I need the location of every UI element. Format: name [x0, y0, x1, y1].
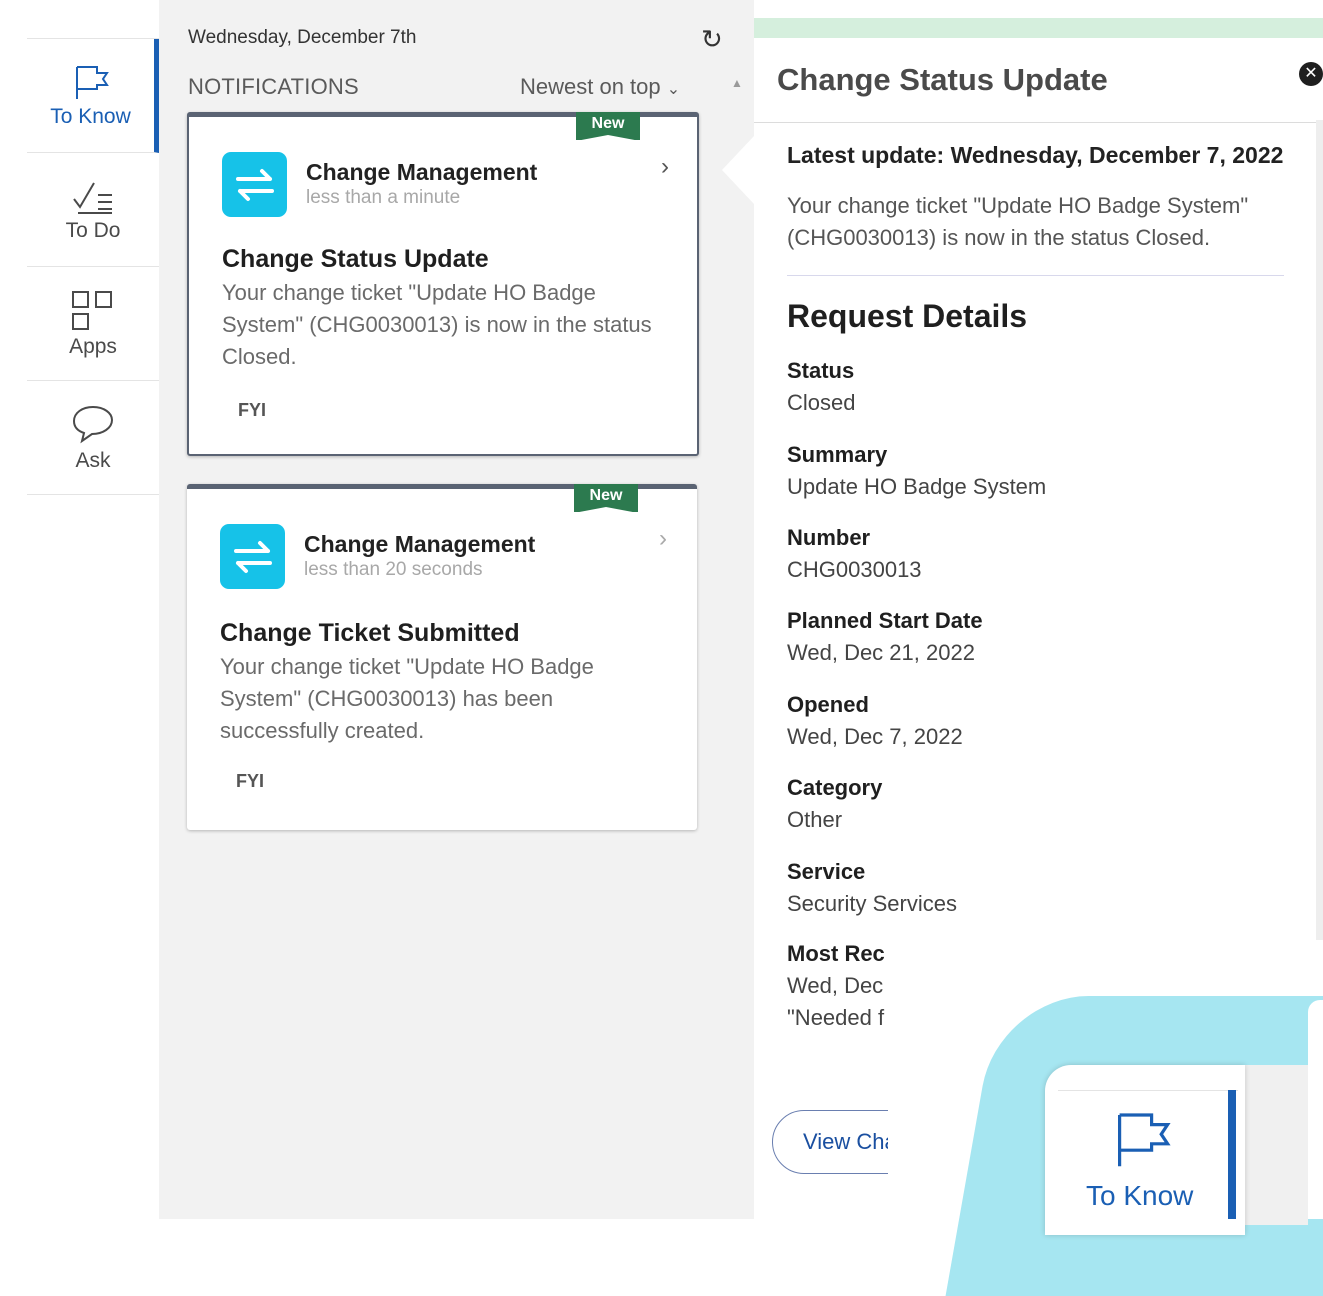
zoom-bubble-edge — [1308, 1000, 1323, 1219]
flag-icon — [75, 65, 109, 99]
field-value-number: CHG0030013 — [787, 557, 922, 582]
card-title: Change Status Update — [222, 245, 489, 273]
timestamp: less than 20 seconds — [304, 559, 483, 580]
flag-icon — [1110, 1108, 1174, 1175]
new-badge: New — [574, 484, 638, 513]
panel-scrollbar[interactable] — [1316, 120, 1323, 940]
field-label-status: Status — [787, 358, 855, 383]
sidebar-item-label: Ask — [75, 448, 111, 472]
field-label-opened: Opened — [787, 692, 869, 717]
field-value-planned-start: Wed, Dec 21, 2022 — [787, 640, 975, 665]
field-value-summary: Update HO Badge System — [787, 474, 1047, 499]
title-divider — [754, 122, 1323, 123]
fyi-tag: FYI — [238, 400, 267, 420]
field-value-service: Security Services — [787, 891, 957, 916]
refresh-icon[interactable]: ↻ — [701, 24, 723, 55]
field-label-service: Service — [787, 859, 866, 884]
timestamp: less than a minute — [306, 187, 461, 208]
zoom-active-indicator — [1228, 1090, 1236, 1219]
card-body: Your change ticket "Update HO Badge Syst… — [222, 280, 652, 369]
field-value-category: Other — [787, 807, 843, 832]
chevron-right-icon[interactable]: › — [661, 153, 669, 181]
sidebar-item-label: To Do — [65, 218, 121, 242]
sidebar: To Know To Do Apps Ask — [27, 0, 159, 1219]
field-value-most-recent: Wed, Dec — [787, 973, 884, 998]
field-label-number: Number — [787, 525, 871, 550]
request-details-heading: Request Details — [787, 298, 1028, 334]
notification-card[interactable]: New Change Management less than 20 secon… — [187, 484, 697, 830]
latest-update-body: Your change ticket "Update HO Badge Syst… — [787, 193, 1249, 250]
field-value-opened: Wed, Dec 7, 2022 — [787, 724, 963, 749]
field-label-planned-start: Planned Start Date — [787, 608, 983, 633]
app-name: Change Management — [304, 531, 536, 557]
panel-pointer — [722, 136, 754, 204]
zoom-label: To Know — [1086, 1180, 1194, 1211]
field-value-status: Closed — [787, 390, 856, 415]
field-value-note: "Needed f — [787, 1005, 885, 1030]
section-divider — [787, 275, 1284, 276]
notification-card[interactable]: New Change Management less than a minute… — [187, 112, 699, 456]
panel-title: Change Status Update — [777, 62, 1108, 97]
sidebar-item-to-know[interactable]: To Know — [27, 39, 159, 153]
panel-top-bar — [754, 18, 1323, 38]
zoom-bubble-side — [1238, 1065, 1308, 1225]
sidebar-item-to-do[interactable]: To Do — [27, 153, 159, 267]
sidebar-item-apps[interactable]: Apps — [27, 267, 159, 381]
card-body: Your change ticket "Update HO Badge Syst… — [220, 654, 594, 743]
field-label-most-recent: Most Rec — [787, 941, 885, 966]
field-label-summary: Summary — [787, 442, 888, 467]
sidebar-item-label: Apps — [69, 334, 117, 358]
field-label-category: Category — [787, 775, 883, 800]
change-management-icon — [220, 524, 285, 589]
sidebar-item-ask[interactable]: Ask — [27, 381, 159, 495]
chat-bubble-icon — [72, 405, 114, 443]
sidebar-item-label: To Know — [50, 104, 131, 128]
checklist-icon — [73, 181, 112, 214]
left-margin — [0, 0, 27, 1219]
app-name: Change Management — [306, 159, 538, 185]
scroll-up-arrow[interactable]: ▲ — [731, 76, 743, 90]
feed-date: Wednesday, December 7th — [188, 27, 417, 48]
close-icon[interactable]: ✕ — [1299, 62, 1323, 86]
notifications-heading: NOTIFICATIONS — [188, 74, 359, 99]
sort-dropdown[interactable]: Newest on top ⌄ — [520, 74, 680, 100]
notification-feed: Wednesday, December 7th ↻ NOTIFICATIONS … — [159, 0, 754, 1219]
zoom-bubble-divider — [1058, 1090, 1238, 1091]
chevron-down-icon: ⌄ — [666, 81, 681, 98]
sort-label: Newest on top — [520, 74, 661, 99]
chevron-right-icon[interactable]: › — [659, 525, 667, 553]
latest-update: Latest update: Wednesday, December 7, 20… — [787, 142, 1284, 168]
change-management-icon — [222, 152, 287, 217]
new-badge: New — [576, 112, 640, 141]
fyi-tag: FYI — [236, 771, 265, 791]
card-title: Change Ticket Submitted — [220, 619, 520, 647]
apps-grid-icon — [72, 290, 112, 330]
